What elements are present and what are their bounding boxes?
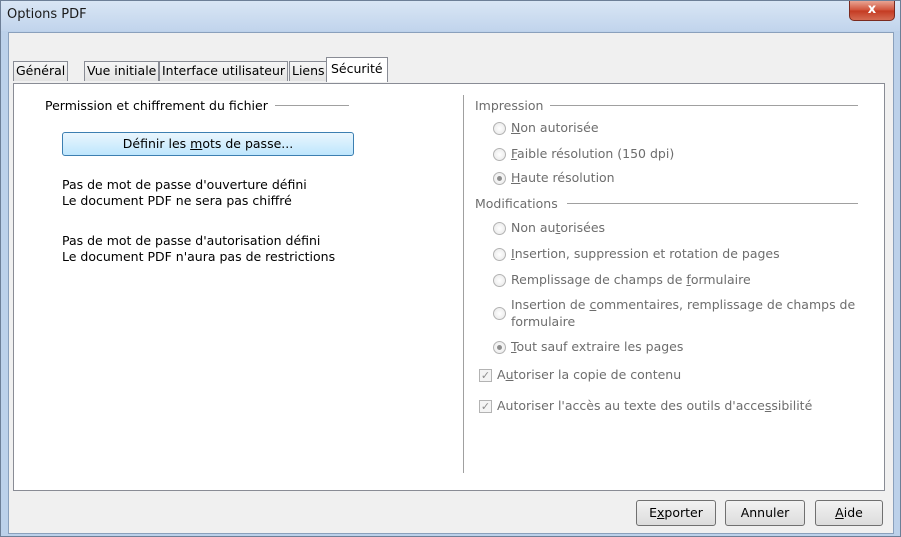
allow-copy-content-label: Autoriser la copie de contenu: [497, 367, 682, 382]
changes-fill-form-fields-radio[interactable]: [493, 274, 506, 287]
printing-not-permitted-label: Non autorisée: [511, 120, 599, 135]
title-bar: Options PDF x: [1, 1, 900, 31]
changes-not-permitted-label: Non autorisées: [511, 220, 606, 235]
export-button[interactable]: Exporter: [636, 500, 716, 526]
allow-accessibility-text-checkbox[interactable]: ✓: [479, 400, 492, 413]
changes-comment-fill-fields-label-line2: formulaire: [511, 314, 576, 329]
changes-not-permitted-radio[interactable]: [493, 222, 506, 235]
tab-links[interactable]: Liens: [289, 61, 328, 81]
tab-user-interface[interactable]: Interface utilisateur: [159, 61, 289, 81]
cancel-button[interactable]: Annuler: [725, 500, 805, 526]
changes-any-except-extract-label: Tout sauf extraire les pages: [511, 339, 684, 354]
changes-insert-delete-rotate-label: Insertion, suppression et rotation de pa…: [511, 246, 780, 261]
set-passwords-button[interactable]: Définir les mots de passe...: [62, 132, 354, 156]
changes-insert-delete-rotate-radio[interactable]: [493, 248, 506, 261]
tab-initial-view[interactable]: Vue initiale: [84, 61, 160, 81]
close-button[interactable]: x: [849, 1, 895, 21]
encryption-status: Le document PDF ne sera pas chiffré: [62, 193, 292, 208]
help-button[interactable]: Aide: [815, 500, 883, 526]
printing-section-title: Impression: [475, 98, 544, 113]
printing-high-resolution-radio[interactable]: [493, 172, 506, 185]
printing-low-resolution-radio[interactable]: [493, 148, 506, 161]
changes-comment-fill-fields-label: Insertion de commentaires, remplissage d…: [511, 297, 856, 312]
changes-comment-fill-fields-radio[interactable]: [493, 307, 506, 320]
printing-title-line: [550, 105, 858, 106]
restrictions-status: Le document PDF n'aura pas de restrictio…: [62, 249, 336, 264]
vertical-separator: [463, 95, 464, 473]
tab-general[interactable]: Général: [13, 61, 69, 81]
allow-accessibility-text-label: Autoriser l'accès au texte des outils d'…: [497, 398, 813, 413]
allow-copy-content-checkbox[interactable]: ✓: [479, 369, 492, 382]
printing-high-resolution-label: Haute résolution: [511, 170, 615, 185]
section-title-line: [275, 105, 349, 106]
permission-password-status: Pas de mot de passe d'autorisation défin…: [62, 233, 321, 248]
printing-not-permitted-radio[interactable]: [493, 122, 506, 135]
printing-low-resolution-label: Faible résolution (150 dpi): [511, 146, 675, 161]
window-title: Options PDF: [7, 7, 87, 22]
changes-section-title: Modifications: [475, 196, 558, 211]
file-encryption-section-title: Permission et chiffrement du fichier: [45, 98, 268, 113]
changes-title-line: [567, 203, 858, 204]
changes-any-except-extract-radio[interactable]: [493, 341, 506, 354]
tab-security[interactable]: Sécurité: [326, 57, 388, 82]
open-password-status: Pas de mot de passe d'ouverture défini: [62, 177, 307, 192]
changes-fill-form-fields-label: Remplissage de champs de formulaire: [511, 272, 751, 287]
